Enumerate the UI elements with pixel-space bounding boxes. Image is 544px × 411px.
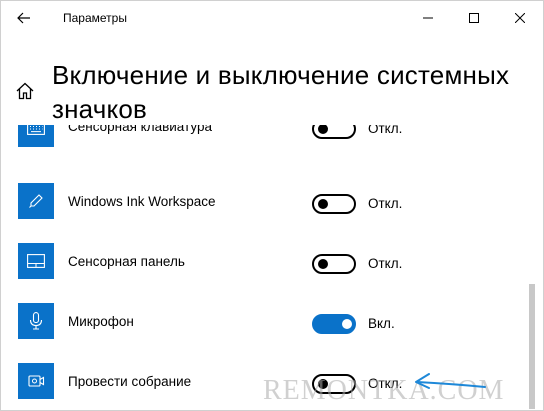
pen-icon: [29, 194, 43, 208]
toggle-knob: [318, 199, 328, 209]
close-button[interactable]: [497, 1, 543, 35]
toggle-knob: [318, 125, 328, 134]
minimize-icon: [423, 17, 433, 19]
page-title-line2: значков: [52, 94, 148, 124]
touchpad-tile: [18, 243, 54, 279]
toggle-knob: [318, 379, 328, 389]
arrow-left-icon: [17, 12, 30, 24]
keyboard-tile: [18, 125, 54, 147]
pen-tile: [18, 183, 54, 219]
list-item-touchpad: Сенсорная панель Откл.: [1, 231, 529, 291]
toggle-state: Откл.: [368, 256, 403, 271]
maximize-button[interactable]: [451, 1, 497, 35]
minimize-button[interactable]: [405, 1, 451, 35]
back-button[interactable]: [9, 3, 39, 33]
microphone-toggle[interactable]: [312, 314, 356, 334]
touchpad-icon: [27, 254, 45, 268]
list-item-windows-ink: Windows Ink Workspace Откл.: [1, 171, 529, 231]
list-item-label: Микрофон: [68, 314, 134, 329]
home-icon: [16, 82, 34, 100]
maximize-icon: [469, 13, 479, 23]
touch-keyboard-toggle[interactable]: [312, 125, 356, 139]
windows-ink-toggle[interactable]: [312, 194, 356, 214]
toggle-state: Откл.: [368, 376, 403, 391]
scroll-thumb[interactable]: [529, 284, 535, 409]
toggle-state: Откл.: [368, 196, 403, 211]
vertical-scrollbar[interactable]: [529, 39, 535, 411]
page-title: Включение и выключение системных значков: [52, 58, 522, 126]
list-item-touch-keyboard: Сенсорная клавиатура Откл.: [1, 125, 529, 171]
touchpad-toggle[interactable]: [312, 254, 356, 274]
page-title-line1: Включение и выключение системных: [52, 60, 510, 90]
list-item-meet-now: Провести собрание Откл.: [1, 351, 529, 411]
list-item-label: Сенсорная панель: [68, 254, 185, 269]
toggle-state: Откл.: [368, 125, 403, 136]
title-bar: Параметры: [1, 1, 543, 35]
meet-now-icon: [28, 375, 45, 387]
close-icon: [515, 13, 525, 23]
toggle-knob: [318, 259, 328, 269]
meet-now-toggle[interactable]: [312, 374, 356, 394]
meet-now-tile: [18, 363, 54, 399]
keyboard-icon: [27, 125, 45, 135]
settings-window: Параметры Включение и выключение системн…: [0, 0, 544, 411]
system-icons-list: Сенсорная клавиатура Откл. Windows Ink W…: [1, 125, 529, 411]
app-title: Параметры: [63, 11, 127, 25]
home-button[interactable]: [13, 79, 37, 103]
list-item-label: Провести собрание: [68, 374, 192, 389]
microphone-tile: [18, 303, 54, 339]
toggle-knob: [342, 319, 352, 329]
microphone-icon: [29, 312, 43, 330]
toggle-state: Вкл.: [368, 316, 395, 331]
list-item-label: Windows Ink Workspace: [68, 194, 216, 209]
list-item-microphone: Микрофон Вкл.: [1, 291, 529, 351]
list-item-label: Сенсорная клавиатура: [68, 125, 212, 134]
